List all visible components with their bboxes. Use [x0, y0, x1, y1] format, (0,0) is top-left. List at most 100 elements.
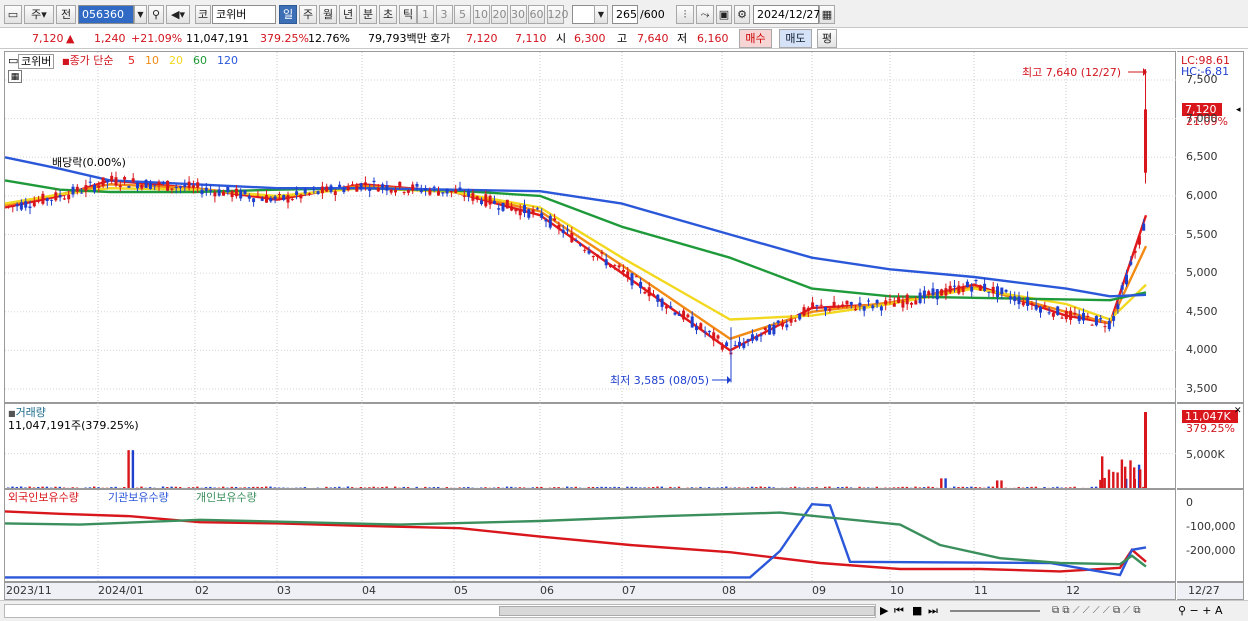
- first-icon[interactable]: ⏮: [894, 603, 904, 618]
- candle-body: [996, 286, 999, 297]
- volume-bar: [763, 487, 767, 488]
- candle-body: [286, 195, 290, 203]
- candle-body: [19, 202, 23, 210]
- candle-body: [583, 249, 587, 251]
- candle-body: [845, 300, 849, 305]
- zoom-slider[interactable]: [950, 610, 1040, 612]
- ma-line-5: [4, 179, 1148, 352]
- volume-bar: [166, 487, 169, 488]
- candle-body: [398, 181, 402, 187]
- candle-body: [187, 181, 191, 188]
- volume-bar: [652, 486, 655, 488]
- chart-menu-icon[interactable]: ▭: [8, 54, 18, 67]
- volume-bar: [733, 487, 737, 488]
- candle-body: [462, 195, 466, 197]
- volume-bar: [97, 487, 100, 488]
- candle-body: [527, 209, 531, 218]
- holdings-legend-item: 개인보유수량: [196, 491, 257, 504]
- ma-title: ■종가 단순: [62, 54, 114, 67]
- candle-body: [1056, 306, 1060, 315]
- volume-bar: [1133, 467, 1136, 488]
- candle-body: [488, 195, 492, 205]
- horizontal-scrollbar[interactable]: [4, 604, 876, 618]
- candle-body: [299, 194, 303, 199]
- volume-bar: [1094, 486, 1098, 488]
- volume-bar: [600, 486, 603, 488]
- volume-bar: [265, 486, 268, 488]
- volume-bar: [424, 486, 427, 488]
- candle-body: [905, 294, 909, 305]
- scroll-down-icon[interactable]: ◂: [1236, 104, 1241, 117]
- candle-body: [750, 334, 754, 341]
- volume-bar: [643, 487, 646, 488]
- candle-body: [634, 276, 638, 278]
- candle-body: [1000, 287, 1004, 295]
- volume-percent-tag: 379.25%: [1186, 422, 1235, 435]
- volume-bar: [372, 486, 375, 488]
- candle-body: [1099, 318, 1103, 320]
- candle-body: [828, 308, 832, 311]
- candle-body: [1069, 310, 1073, 320]
- volume-bar: [415, 486, 418, 488]
- candle-body: [458, 187, 462, 190]
- candle-body: [776, 320, 780, 324]
- candle-body: [849, 301, 853, 305]
- candle-body: [381, 184, 385, 188]
- drawing-tools-icon[interactable]: ⧉ ⧉ ⟋ ⟋ ⟋ ⟋ ⧉ ⟋ ⧉: [1052, 603, 1141, 618]
- candle-body: [467, 191, 471, 197]
- volume-bar: [991, 486, 995, 488]
- candle-body: [153, 184, 157, 186]
- candle-body: [316, 191, 320, 194]
- price-tick: 5,000: [1186, 266, 1218, 280]
- scrollbar-thumb[interactable]: [499, 606, 875, 616]
- candle-body: [179, 186, 182, 188]
- date-label: 05: [454, 584, 468, 597]
- scroll-right-icon[interactable]: ▶: [880, 603, 888, 618]
- volume-bar: [806, 487, 810, 488]
- candle-body: [28, 206, 32, 209]
- candle-body: [7, 206, 10, 208]
- zoom-icon[interactable]: ⚲ − + A: [1178, 603, 1223, 618]
- candle-body: [510, 206, 514, 211]
- volume-bar: [901, 486, 904, 488]
- volume-bar: [931, 486, 934, 488]
- volume-bar: [591, 486, 595, 488]
- stop-icon[interactable]: ■: [912, 603, 922, 618]
- candle-body: [1112, 316, 1116, 321]
- candle-body: [441, 192, 445, 194]
- candle-body: [1030, 303, 1034, 305]
- candle-body: [875, 300, 879, 304]
- candle-body: [531, 209, 535, 213]
- grid-icon[interactable]: ▦: [8, 70, 22, 83]
- candle-body: [62, 198, 66, 200]
- candle-body: [174, 187, 178, 189]
- candle-body: [819, 304, 823, 306]
- volume-bar: [1124, 466, 1127, 488]
- candle-body: [656, 294, 660, 302]
- volume-bar: [772, 487, 775, 488]
- volume-bar: [243, 487, 246, 488]
- volume-bar: [617, 487, 620, 488]
- candle-body: [854, 308, 858, 311]
- volume-bar: [19, 486, 23, 488]
- candle-body: [346, 186, 350, 191]
- candle-body: [987, 291, 991, 293]
- last-icon[interactable]: ⏭: [928, 603, 938, 618]
- volume-bar: [510, 486, 513, 488]
- candle-body: [445, 188, 449, 194]
- volume-bar: [815, 487, 818, 488]
- volume-bar: [329, 487, 332, 488]
- candle-body: [897, 297, 901, 303]
- volume-bar: [961, 486, 964, 488]
- volume-bar: [45, 486, 49, 488]
- candle-body: [1047, 312, 1051, 314]
- volume-title: ■거래량: [8, 406, 46, 419]
- candle-body: [600, 252, 604, 254]
- candle-body: [802, 307, 806, 316]
- candle-body: [518, 208, 522, 216]
- candle-body: [798, 313, 802, 320]
- volume-close-icon[interactable]: ✕: [1234, 405, 1242, 418]
- volume-bar: [596, 487, 599, 488]
- candle-body: [785, 324, 789, 328]
- volume-bar: [1043, 486, 1046, 488]
